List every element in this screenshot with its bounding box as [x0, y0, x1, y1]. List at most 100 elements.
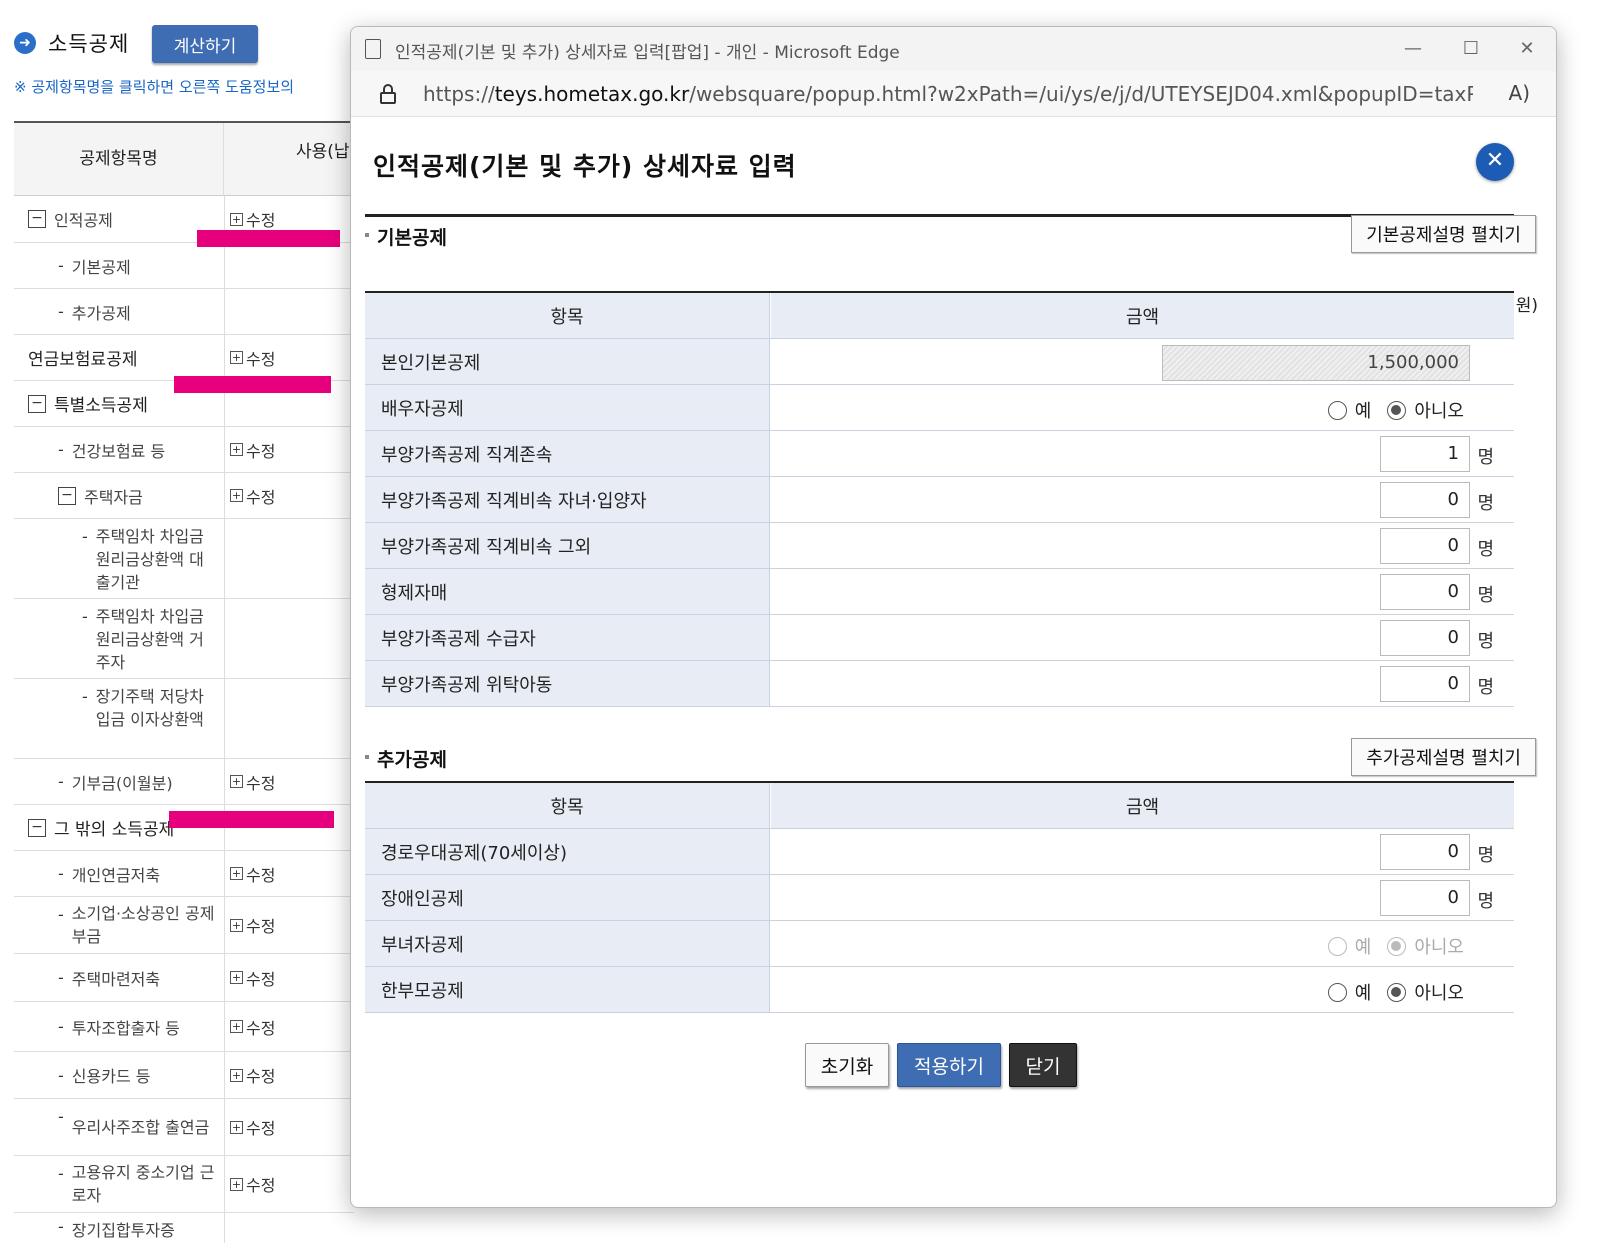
collapse-icon[interactable]: −	[28, 394, 46, 413]
row-label[interactable]: 추가공제	[72, 300, 131, 324]
edit-button[interactable]: + 수정	[230, 335, 275, 380]
row-label[interactable]: 건강보험료 등	[72, 438, 165, 462]
page-title: 소득공제	[48, 32, 130, 56]
basic-expand-button[interactable]: 기본공제설명 펼치기	[1351, 215, 1536, 253]
row-label[interactable]: 주택임차 차입금 원리금상환액 대출기관	[96, 525, 212, 594]
row-label[interactable]: 장기주택 저당차입금 이자상환액	[96, 685, 212, 731]
edit-button[interactable]: + 수정	[230, 1099, 275, 1155]
plus-icon: +	[230, 351, 243, 364]
address-bar[interactable]: https://teys.hometax.go.kr/websquare/pop…	[351, 71, 1556, 117]
radio-icon[interactable]	[1387, 982, 1407, 1002]
row-label[interactable]: 연금보험료공제	[28, 345, 137, 370]
grid-row: 형제자매 0명	[365, 569, 1514, 615]
plus-icon: +	[230, 1020, 243, 1033]
window-titlebar[interactable]: 인적공제(기본 및 추가) 상세자료 입력[팝업] - 개인 - Microso…	[351, 27, 1556, 71]
plus-icon: +	[230, 775, 243, 788]
table-row: - 기부금(이월분) + 수정	[14, 759, 354, 805]
row-label: 본인기본공제	[365, 339, 770, 384]
collapse-icon[interactable]: −	[28, 818, 46, 837]
reset-button[interactable]: 초기화	[805, 1043, 889, 1087]
radio-icon	[1387, 936, 1407, 956]
grid-row: 경로우대공제(70세이상) 0명	[365, 829, 1514, 875]
unit-suffix: 명	[1477, 493, 1494, 514]
row-label: 배우자공제	[365, 385, 770, 430]
row-label[interactable]: 주택마련저축	[72, 966, 160, 990]
grid-header: 항목 금액	[365, 293, 1514, 339]
window-close-button[interactable]: ✕	[1504, 35, 1550, 63]
edit-button[interactable]: + 수정	[230, 897, 275, 953]
count-input[interactable]: 0	[1380, 482, 1470, 518]
row-label[interactable]: 특별소득공제	[54, 391, 148, 416]
edit-button[interactable]: + 수정	[230, 851, 275, 896]
table-row: - 고용유지 중소기업 근로자 + 수정	[14, 1156, 354, 1213]
grid-row: 부녀자공제 예 아니오	[365, 921, 1514, 967]
col-item-header: 항목	[365, 783, 770, 828]
unit-suffix: 명	[1477, 539, 1494, 560]
radio-icon[interactable]	[1387, 400, 1407, 420]
plus-icon: +	[230, 918, 243, 932]
close-icon[interactable]: ✕	[1476, 143, 1514, 181]
table-row: - 소기업·소상공인 공제부금 + 수정	[14, 897, 354, 954]
close-button[interactable]: 닫기	[1009, 1043, 1077, 1087]
maximize-button[interactable]: ☐	[1448, 35, 1494, 63]
collapse-icon[interactable]: −	[58, 486, 76, 505]
edit-button[interactable]: + 수정	[230, 1156, 275, 1212]
row-label: 형제자매	[365, 569, 770, 614]
row-label[interactable]: 신용카드 등	[72, 1063, 151, 1087]
row-label[interactable]: 고용유지 중소기업 근로자	[72, 1161, 218, 1207]
lock-icon[interactable]	[380, 84, 396, 104]
apply-button[interactable]: 적용하기	[897, 1043, 1001, 1087]
grid-row: 장애인공제 0명	[365, 875, 1514, 921]
count-input[interactable]: 0	[1380, 574, 1470, 610]
row-label[interactable]: 기본공제	[72, 254, 131, 278]
edit-button[interactable]: + 수정	[230, 1002, 275, 1051]
row-label[interactable]: 개인연금저축	[72, 862, 160, 886]
row-label[interactable]: 기부금(이월분)	[72, 770, 173, 794]
row-label[interactable]: 우리사주조합 출연금	[72, 1116, 210, 1139]
row-label[interactable]: 주택자금	[84, 484, 143, 508]
minimize-button[interactable]: —	[1390, 35, 1436, 63]
count-input[interactable]: 0	[1380, 528, 1470, 564]
row-label[interactable]: 그 밖의 소득공제	[54, 815, 174, 840]
calculate-button[interactable]: 계산하기	[152, 25, 258, 63]
plus-icon: +	[230, 867, 243, 880]
spouse-no-option[interactable]: 아니오	[1387, 397, 1464, 423]
additional-expand-button[interactable]: 추가공제설명 펼치기	[1351, 738, 1536, 776]
popup-window: 인적공제(기본 및 추가) 상세자료 입력[팝업] - 개인 - Microso…	[350, 26, 1557, 1208]
unit-suffix: 명	[1477, 585, 1494, 606]
edit-button[interactable]: + 수정	[230, 954, 275, 1001]
spouse-yes-option[interactable]: 예	[1327, 397, 1371, 423]
read-aloud-icon[interactable]: A)	[1509, 81, 1530, 105]
row-label: 부녀자공제	[365, 921, 770, 966]
basic-section-label: 기본공제	[365, 223, 447, 250]
edit-button[interactable]: + 수정	[230, 1052, 275, 1098]
row-label[interactable]: 인적공제	[54, 207, 113, 231]
row-label[interactable]: 주택임차 차입금 원리금상환액 거주자	[96, 605, 212, 674]
url-text[interactable]: https://teys.hometax.go.kr/websquare/pop…	[423, 82, 1473, 106]
single-parent-no-option[interactable]: 아니오	[1387, 979, 1464, 1005]
highlight-mark	[169, 811, 334, 828]
count-input[interactable]: 0	[1380, 620, 1470, 656]
single-parent-yes-option[interactable]: 예	[1327, 979, 1371, 1005]
row-label[interactable]: 투자조합출자 등	[72, 1015, 180, 1039]
plus-icon: +	[230, 1068, 243, 1082]
unit-suffix: 명	[1477, 447, 1494, 468]
count-input[interactable]: 1	[1380, 436, 1470, 472]
count-input[interactable]: 0	[1380, 834, 1470, 870]
edit-button[interactable]: + 수정	[230, 427, 275, 472]
edit-button[interactable]: + 수정	[230, 473, 275, 518]
self-amount-field: 1,500,000	[1162, 345, 1470, 381]
row-label[interactable]: 장기집합투자증	[72, 1217, 175, 1241]
row-label: 부양가족공제 직계비속 그외	[365, 523, 770, 568]
radio-icon[interactable]	[1327, 400, 1347, 420]
radio-icon[interactable]	[1327, 982, 1347, 1002]
row-label[interactable]: 소기업·소상공인 공제부금	[72, 902, 218, 948]
edit-button[interactable]: + 수정	[230, 759, 275, 804]
col-use-header: 사용(납	[296, 142, 350, 162]
table-row: - 주택임차 차입금 원리금상환액 거주자	[14, 599, 354, 679]
count-input[interactable]: 0	[1380, 666, 1470, 702]
collapse-icon[interactable]: −	[28, 210, 46, 228]
help-note: ※ 공제항목명을 클릭하면 오른쪽 도움정보의	[14, 78, 295, 96]
window-title: 인적공제(기본 및 추가) 상세자료 입력[팝업] - 개인 - Microso…	[395, 43, 900, 63]
count-input[interactable]: 0	[1380, 880, 1470, 916]
